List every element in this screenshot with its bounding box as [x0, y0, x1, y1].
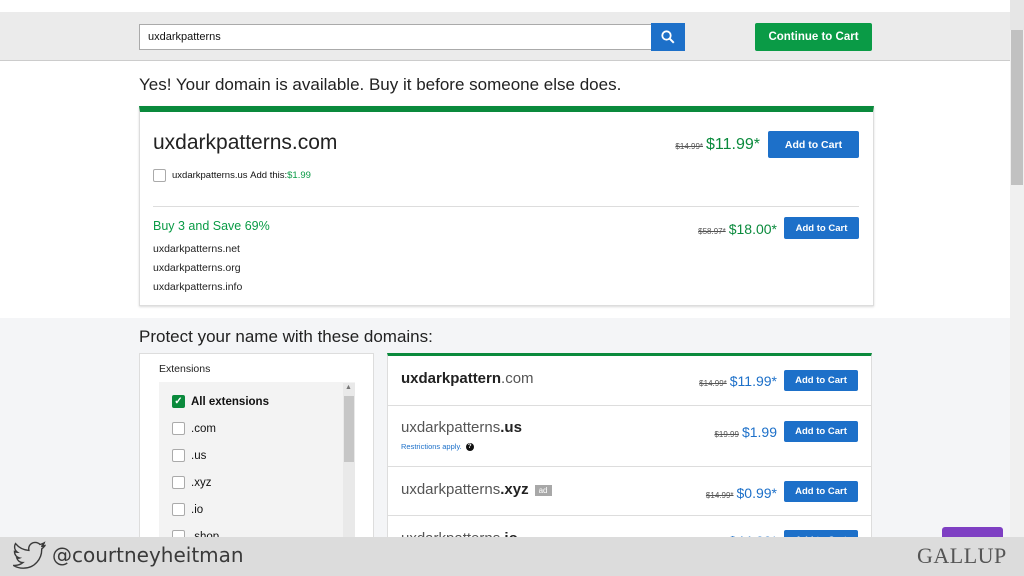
- card-divider: [153, 206, 859, 207]
- bundle-title: Buy 3 and Save 69%: [153, 219, 270, 233]
- extensions-scrollbar-thumb[interactable]: [344, 396, 354, 462]
- extensions-filter-panel: Extensions ✓ All extensions .com .us .xy…: [139, 353, 374, 543]
- extension-option-io[interactable]: .io: [172, 503, 203, 516]
- bundle-add-to-cart-button[interactable]: Add to Cart: [784, 217, 859, 239]
- extension-checkbox[interactable]: [172, 449, 185, 462]
- extension-label: All extensions: [191, 395, 269, 408]
- bundle-old-price: $58.97*: [698, 227, 726, 236]
- list-item: uxdarkpatterns.us Restrictions apply. ? …: [388, 406, 871, 467]
- suggestion-domain: uxdarkpatterns.us: [401, 419, 522, 436]
- bundle-new-price: $18.00*: [728, 221, 777, 237]
- page-scrollbar-thumb[interactable]: [1011, 30, 1023, 185]
- old-price: $14.99*: [699, 379, 727, 388]
- availability-headline: Yes! Your domain is available. Buy it be…: [139, 75, 622, 94]
- extension-checkbox[interactable]: [172, 503, 185, 516]
- addon-domain: uxdarkpatterns.us: [172, 170, 248, 181]
- domain-base: uxdarkpattern: [401, 370, 502, 387]
- extension-option-com[interactable]: .com: [172, 422, 216, 435]
- twitter-handle: @courtneyheitman: [52, 543, 244, 567]
- help-icon[interactable]: ?: [465, 442, 474, 451]
- add-to-cart-button[interactable]: Add to Cart: [784, 370, 858, 391]
- bundle-price: $58.97* $18.00*: [698, 221, 777, 237]
- old-price: $14.99*: [705, 491, 734, 500]
- bundle-item: uxdarkpatterns.info: [153, 281, 243, 293]
- domain-tld: .com: [501, 370, 534, 387]
- addon-checkbox[interactable]: [153, 169, 166, 182]
- domain-tld: .xyz: [500, 481, 529, 498]
- extension-label: .us: [191, 449, 207, 462]
- domain-suggestions-list: uxdarkpattern.com $14.99* $11.99* Add to…: [387, 353, 872, 543]
- add-to-cart-button[interactable]: Add to Cart: [784, 421, 858, 442]
- suggestion-domain: uxdarkpattern.com: [401, 370, 534, 387]
- new-price: $1.99: [741, 424, 777, 440]
- suggestion-price: $14.99* $11.99*: [699, 373, 777, 389]
- domain-base: uxdarkpatterns: [401, 481, 501, 498]
- domain-tld: .us: [500, 419, 522, 436]
- new-price: $0.99*: [736, 485, 777, 501]
- extension-label: .xyz: [191, 476, 212, 489]
- list-item: uxdarkpatterns.xyz ad $14.99* $0.99* Add …: [388, 467, 871, 516]
- new-price: $11.99*: [729, 373, 777, 389]
- extension-option-xyz[interactable]: .xyz: [172, 476, 211, 489]
- main-old-price: $14.99*: [675, 142, 704, 151]
- main-domain-name: uxdarkpatterns.com: [153, 131, 338, 154]
- extensions-list: ✓ All extensions .com .us .xyz .io .shop: [159, 382, 355, 543]
- scroll-up-arrow-icon[interactable]: ▲: [345, 384, 352, 391]
- bundle-item: uxdarkpatterns.org: [153, 262, 241, 274]
- main-result-card: uxdarkpatterns.com uxdarkpatterns.us Add…: [139, 106, 874, 306]
- add-to-cart-button[interactable]: Add to Cart: [784, 481, 858, 502]
- suggestion-domain: uxdarkpatterns.xyz ad: [401, 481, 552, 498]
- page-scrollbar-track-top: [1010, 0, 1024, 30]
- top-header-bar: uxdarkpatterns Continue to Cart: [0, 12, 1010, 61]
- extension-label: .io: [191, 503, 204, 516]
- extension-checkbox[interactable]: [172, 476, 185, 489]
- main-new-price: $11.99*: [706, 136, 760, 153]
- extension-checkbox[interactable]: [172, 422, 185, 435]
- ad-badge: ad: [534, 484, 552, 496]
- list-item: uxdarkpattern.com $14.99* $11.99* Add to…: [388, 356, 871, 406]
- gallup-logo: GALLUP: [917, 543, 1007, 568]
- bundle-item: uxdarkpatterns.net: [153, 243, 240, 255]
- twitter-bird-icon: [13, 541, 46, 569]
- restrictions-note[interactable]: Restrictions apply. ?: [401, 442, 474, 451]
- checkbox-checked-icon[interactable]: ✓: [172, 395, 185, 408]
- search-icon: [661, 30, 675, 44]
- suggestion-price: $19.99 $1.99: [714, 424, 777, 440]
- extension-option-us[interactable]: .us: [172, 449, 206, 462]
- continue-to-cart-button[interactable]: Continue to Cart: [755, 23, 872, 51]
- search-input[interactable]: uxdarkpatterns: [139, 24, 652, 50]
- old-price: $19.99: [714, 430, 739, 439]
- main-add-to-cart-button[interactable]: Add to Cart: [768, 131, 859, 158]
- search-button[interactable]: [651, 23, 685, 51]
- extension-option-all[interactable]: ✓ All extensions: [172, 395, 269, 408]
- extension-label: .com: [191, 422, 216, 435]
- protect-heading: Protect your name with these domains:: [139, 327, 433, 346]
- suggestion-price: $14.99* $0.99*: [706, 485, 777, 501]
- domain-base: uxdarkpatterns: [401, 419, 501, 436]
- addon-option[interactable]: uxdarkpatterns.us Add this: $1.99: [153, 169, 311, 182]
- main-price: $14.99* $11.99*: [675, 136, 760, 154]
- restrictions-link[interactable]: Restrictions apply.: [401, 442, 462, 451]
- extensions-title: Extensions: [159, 363, 211, 375]
- addon-price: $1.99: [287, 170, 311, 181]
- addon-text: Add this:: [250, 170, 288, 181]
